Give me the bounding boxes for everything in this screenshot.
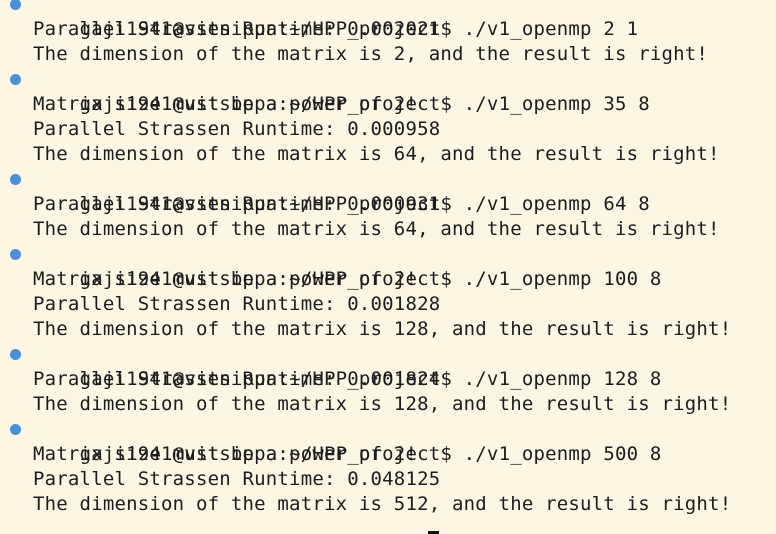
output-line: Matrix size must be a power of 2! — [33, 268, 418, 290]
output-line: Parallel Strassen Runtime: 0.000958 — [33, 118, 441, 140]
command-line[interactable]: gaji1941@vitsippa:~/HPP_project$ ./v1_op… — [0, 242, 776, 290]
command-status-icon — [10, 0, 21, 10]
command-status-icon — [10, 249, 21, 260]
output-line: The dimension of the matrix is 64, and t… — [33, 143, 720, 165]
output-line: Parallel Strassen Runtime: 0.000931 — [33, 193, 441, 215]
output-line: Parallel Strassen Runtime: 0.001824 — [33, 368, 441, 390]
output-line: Matrix size must be a power of 2! — [33, 443, 418, 465]
output-line: The dimension of the matrix is 512, and … — [33, 493, 732, 515]
command-status-icon — [10, 424, 21, 435]
command-status-icon — [10, 349, 21, 360]
command-line[interactable]: gaji1941@vitsippa:~/HPP_project$ ./v1_op… — [0, 67, 776, 115]
output-line: The dimension of the matrix is 128, and … — [33, 318, 732, 340]
command-line[interactable]: gaji1941@vitsippa:~/HPP_project$ ./v1_op… — [0, 417, 776, 465]
output-line: The dimension of the matrix is 2, and th… — [33, 43, 709, 65]
output-line: The dimension of the matrix is 128, and … — [33, 393, 732, 415]
command-status-icon — [10, 74, 21, 85]
output-line: Parallel Strassen Runtime: 0.001828 — [33, 293, 441, 315]
command-line[interactable]: gaji1941@vitsippa:~/HPP_project$ ./v1_op… — [0, 342, 776, 390]
command-line[interactable]: gaji1941@vitsippa:~/HPP_project$ ./v1_op… — [0, 167, 776, 215]
command-line[interactable]: gaji1941@vitsippa:~/HPP_project$ ./v1_op… — [0, 0, 776, 40]
output-line: Matrix size must be a power of 2! — [33, 93, 418, 115]
output-line: Parallel Strassen Runtime: 0.048125 — [33, 468, 441, 490]
output-line: Parallel Strassen Runtime: 0.002021 — [33, 18, 441, 40]
command-status-icon — [10, 174, 21, 185]
output-line: The dimension of the matrix is 64, and t… — [33, 218, 720, 240]
terminal-output[interactable]: gaji1941@vitsippa:~/HPP_project$ ./v1_op… — [0, 0, 776, 517]
